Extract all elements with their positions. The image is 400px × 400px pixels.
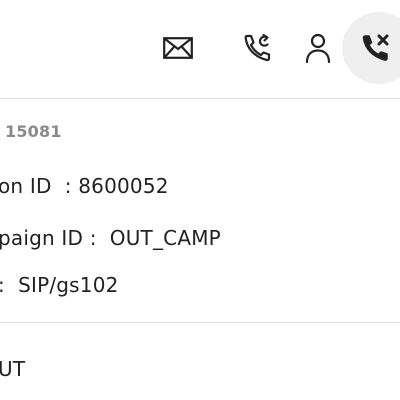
detail-row-id: on ID : 8600052 [0, 174, 169, 198]
mail-icon [163, 37, 193, 59]
detail-separator: : [89, 226, 97, 250]
detail-row-campaign: paign ID : OUT_CAMP [0, 226, 221, 250]
detail-row-extension: : SIP/gs102 [0, 273, 119, 297]
mail-button[interactable] [158, 30, 198, 66]
detail-value: OUT_CAMP [109, 226, 221, 250]
detail-label: paign ID [0, 226, 84, 250]
phone-callback-icon [243, 33, 273, 63]
bottom-divider [0, 322, 400, 323]
detail-separator: : [64, 174, 72, 198]
callback-button[interactable] [238, 28, 278, 68]
user-button[interactable] [298, 28, 338, 68]
detail-value: 8600052 [78, 174, 169, 198]
detail-value: SIP/gs102 [18, 273, 119, 297]
user-icon [305, 33, 331, 63]
detail-separator: : [0, 273, 5, 297]
call-panel: 15081 on ID : 8600052 paign ID : OUT_CAM… [0, 0, 400, 400]
call-number: 15081 [5, 122, 62, 141]
top-divider [0, 98, 400, 99]
footer-text: UT [0, 357, 26, 381]
hang-up-icon [360, 32, 392, 64]
detail-label: on ID [0, 174, 52, 198]
toolbar [0, 0, 400, 98]
hang-up-button[interactable] [342, 12, 400, 84]
